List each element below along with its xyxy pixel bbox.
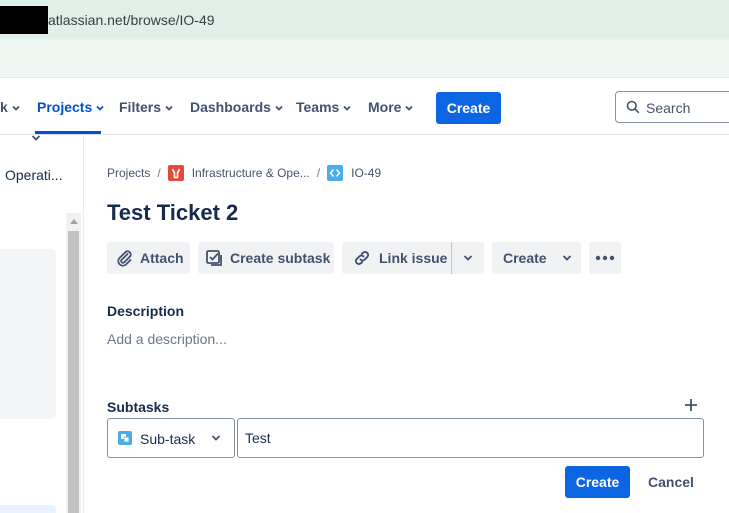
create-subtask-submit-button[interactable]: Create	[565, 466, 630, 498]
nav-item-filters-label: Filters	[119, 99, 162, 115]
redacted-url-segment	[0, 6, 48, 34]
link-issue-dropdown-button[interactable]	[452, 242, 484, 274]
subtask-icon	[206, 250, 222, 266]
link-issue-label: Link issue	[379, 250, 448, 266]
search-input[interactable]: Search	[615, 91, 729, 123]
nav-item-more-label: More	[368, 99, 402, 115]
add-subtask-icon[interactable]	[684, 398, 698, 412]
create-subtask-button[interactable]: Create subtask	[198, 242, 334, 274]
nav-item-dashboards[interactable]: Dashboards	[190, 99, 284, 115]
breadcrumb-project[interactable]: Infrastructure & Ope...	[192, 166, 310, 180]
attach-label: Attach	[140, 250, 184, 266]
description-field[interactable]: Add a description...	[107, 331, 227, 347]
create-dropdown-label: Create	[503, 250, 547, 266]
cancel-button[interactable]: Cancel	[638, 466, 704, 498]
subtask-summary-input[interactable]	[237, 418, 704, 458]
subtask-type-select[interactable]: Sub-task	[107, 418, 235, 458]
subtask-type-label: Sub-task	[140, 431, 196, 447]
chevron-down-icon	[405, 106, 414, 112]
sidebar-selected-item[interactable]	[0, 505, 56, 513]
url-text[interactable]: atlassian.net/browse/IO-49	[48, 12, 215, 28]
subtasks-heading: Subtasks	[107, 399, 170, 415]
nav-item-truncated-label: k	[0, 99, 8, 115]
breadcrumb-issue-key[interactable]: IO-49	[351, 166, 381, 180]
scrollbar-thumb[interactable]	[68, 231, 79, 513]
link-icon	[354, 251, 370, 265]
nav-item-truncated[interactable]: k	[0, 99, 21, 115]
chevron-down-icon[interactable]	[30, 132, 42, 144]
more-actions-button[interactable]	[589, 242, 621, 274]
chevron-down-icon	[463, 255, 473, 261]
chevron-down-icon	[96, 106, 104, 112]
chevron-down-icon	[211, 435, 221, 441]
chevron-down-icon	[275, 106, 283, 112]
chevron-down-icon	[165, 106, 173, 112]
subtask-type-icon	[118, 431, 132, 445]
nav-item-projects[interactable]: Projects	[37, 99, 105, 115]
nav-active-indicator	[35, 131, 101, 134]
breadcrumb-projects[interactable]: Projects	[107, 166, 150, 180]
nav-item-projects-label: Projects	[37, 99, 93, 115]
attach-button[interactable]: Attach	[107, 242, 190, 274]
nav-item-more[interactable]: More	[368, 99, 414, 115]
create-dropdown-button[interactable]: Create	[492, 242, 581, 274]
nav-item-dashboards-label: Dashboards	[190, 99, 271, 115]
nav-item-teams[interactable]: Teams	[296, 99, 352, 115]
project-avatar-icon	[167, 165, 184, 181]
nav-item-filters[interactable]: Filters	[119, 99, 174, 115]
chevron-down-icon	[343, 106, 351, 112]
chevron-down-icon	[562, 255, 571, 261]
browser-toolbar-strip	[0, 40, 729, 78]
description-heading: Description	[107, 303, 185, 319]
chevron-down-icon	[12, 106, 20, 112]
create-subtask-label: Create subtask	[230, 250, 331, 266]
browser-url-bar[interactable]: atlassian.net/browse/IO-49	[0, 0, 729, 40]
more-horizontal-icon	[595, 255, 615, 261]
breadcrumb-separator: /	[316, 166, 321, 180]
nav-item-teams-label: Teams	[296, 99, 340, 115]
create-button[interactable]: Create	[436, 92, 501, 124]
paperclip-icon	[117, 250, 132, 267]
sidebar-panel[interactable]	[0, 249, 56, 419]
search-icon	[626, 100, 640, 114]
breadcrumb-separator: /	[157, 166, 161, 180]
issue-type-icon	[327, 165, 344, 181]
sidebar-project-name[interactable]: Operati...	[5, 167, 63, 183]
search-placeholder: Search	[646, 100, 691, 116]
issue-title[interactable]: Test Ticket 2	[107, 200, 238, 226]
scroll-up-arrow-icon[interactable]	[66, 213, 81, 229]
breadcrumb: Projects / Infrastructure & Ope... / IO-…	[107, 165, 381, 181]
